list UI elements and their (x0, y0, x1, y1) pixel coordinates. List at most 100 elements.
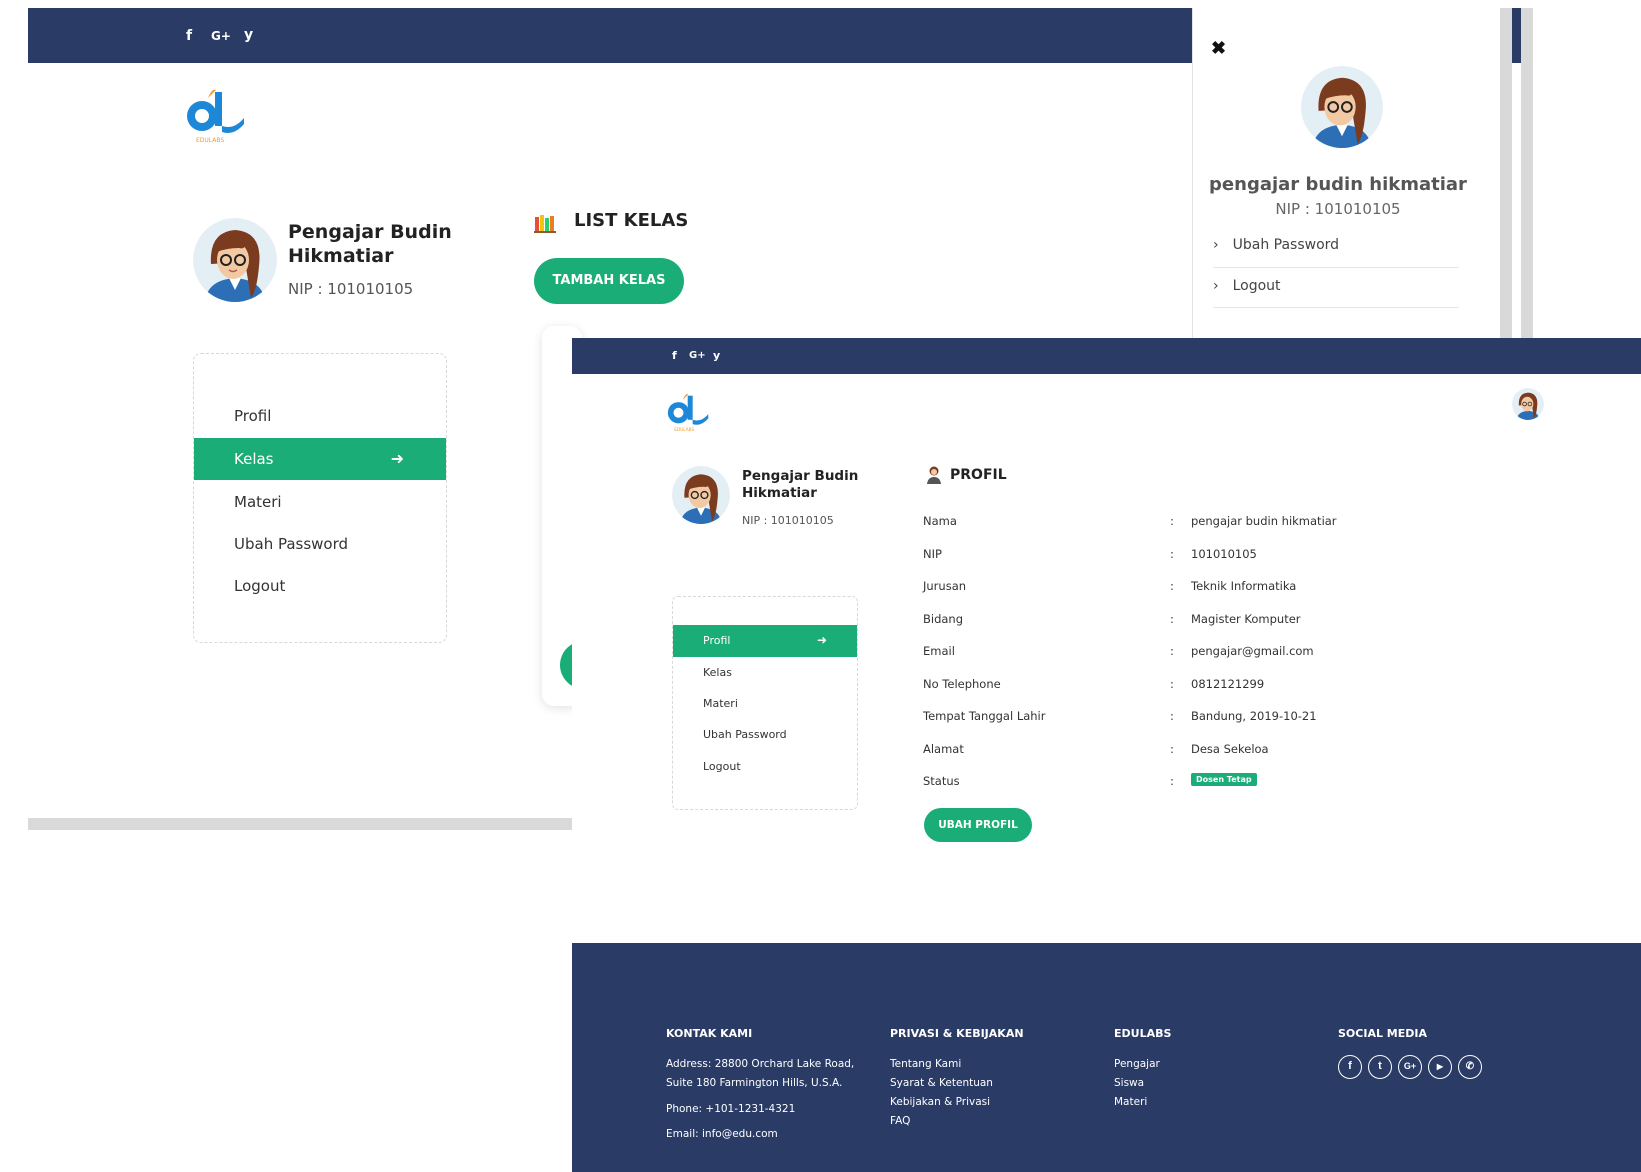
sidebar-item-kelas[interactable]: Kelas ➜ (194, 438, 446, 480)
field-label: Jurusan (923, 579, 967, 593)
sidebar-item-profil[interactable]: Profil (194, 396, 446, 432)
sidebar-item-materi[interactable]: Materi (194, 482, 446, 518)
field-row: Email: pengajar@gmail.com (923, 644, 1314, 658)
profile-name: Pengajar Budin Hikmatiar (742, 468, 859, 501)
profile-nip: NIP : 101010105 (742, 514, 834, 527)
field-label: NIP (923, 547, 942, 561)
footer-link[interactable]: Pengajar (1114, 1055, 1160, 1074)
front-screenshot: f G+ y EDULABS Pengajar Budin Hikmatiar … (572, 338, 1641, 1172)
edulabs-logo[interactable]: EDULABS (182, 84, 246, 146)
twitter-icon[interactable]: y (713, 349, 720, 362)
avatar (193, 218, 277, 302)
panel-name: pengajar budin hikmatiar (1209, 174, 1467, 195)
books-icon (534, 213, 556, 238)
footer-social-icons: f t G+ ▶ ✆ (1338, 1055, 1488, 1079)
footer-edulabs-title: EDULABS (1114, 1027, 1172, 1040)
sidebar-item-materi[interactable]: Materi (673, 690, 857, 718)
logo-text: EDULABS (196, 137, 224, 144)
field-value: Bandung, 2019-10-21 (1191, 709, 1317, 723)
sidebar-item-logout[interactable]: Logout (673, 753, 857, 781)
separator: : (1170, 514, 1174, 528)
field-label: Tempat Tanggal Lahir (923, 709, 1046, 723)
panel-item-logout[interactable]: › Logout (1213, 270, 1459, 308)
panel-border (1500, 8, 1512, 341)
add-class-button[interactable]: TAMBAH KELAS (534, 258, 684, 304)
footer-privacy-title: PRIVASI & KEBIJAKAN (890, 1027, 1024, 1040)
sidebar-item-kelas[interactable]: Kelas (673, 659, 857, 687)
field-label: No Telephone (923, 677, 1001, 691)
separator: : (1170, 677, 1174, 691)
chevron-right-icon: › (1213, 237, 1219, 253)
edit-profile-button[interactable]: UBAH PROFIL (924, 808, 1032, 842)
field-value: Desa Sekeloa (1191, 742, 1269, 756)
sidebar-menu: Profil ➜ Kelas Materi Ubah Password Logou… (672, 596, 858, 810)
close-icon[interactable]: ✖ (1211, 38, 1226, 59)
arrow-right-icon: ➜ (816, 633, 827, 647)
footer: KONTAK KAMI Address: 28800 Orchard Lake … (572, 943, 1641, 1172)
youtube-icon[interactable]: ▶ (1428, 1055, 1452, 1079)
footer-phone: Phone: +101-1231-4321 (666, 1103, 796, 1115)
facebook-icon[interactable]: f (186, 28, 192, 44)
separator: : (1170, 579, 1174, 593)
footer-link[interactable]: FAQ (890, 1112, 910, 1131)
panel-avatar (1301, 66, 1383, 148)
google-plus-icon[interactable]: G+ (211, 29, 231, 43)
section-title: PROFIL (950, 467, 1007, 483)
edulabs-logo[interactable]: EDULABS (664, 390, 710, 434)
separator: : (1170, 742, 1174, 756)
footer-contact-title: KONTAK KAMI (666, 1027, 753, 1040)
field-value: Teknik Informatika (1191, 579, 1297, 593)
footer-link[interactable]: Siswa (1114, 1074, 1144, 1093)
field-label: Status (923, 774, 960, 788)
sidebar-item-profil[interactable]: Profil ➜ (673, 625, 857, 657)
sidebar-item-ubah-password[interactable]: Ubah Password (673, 721, 857, 749)
separator: : (1170, 709, 1174, 723)
field-row: Tempat Tanggal Lahir: Bandung, 2019-10-21 (923, 709, 1317, 723)
separator: : (1170, 547, 1174, 561)
footer-link[interactable]: Materi (1114, 1093, 1147, 1112)
field-label: Bidang (923, 612, 964, 626)
sidebar-item-logout[interactable]: Logout (194, 566, 446, 602)
sidebar-menu: Profil Kelas ➜ Materi Ubah Password Logou… (193, 353, 447, 643)
separator: : (1170, 644, 1174, 658)
google-plus-icon[interactable]: G+ (1398, 1055, 1422, 1079)
field-value: 0812121299 (1191, 677, 1265, 691)
separator: : (1170, 612, 1174, 626)
profile-name: Pengajar Budin Hikmatiar (288, 221, 452, 267)
footer-address: Address: 28800 Orchard Lake Road, Suite … (666, 1058, 855, 1089)
panel-nip: NIP : 101010105 (1275, 200, 1401, 218)
whatsapp-icon[interactable]: ✆ (1458, 1055, 1482, 1079)
section-title: LIST KELAS (574, 210, 689, 231)
field-row: Status: Dosen Tetap (923, 773, 1257, 788)
twitter-icon[interactable]: t (1368, 1055, 1392, 1079)
user-icon (926, 466, 942, 489)
arrow-right-icon: ➜ (390, 449, 404, 468)
field-row: Nama: pengajar budin hikmatiar (923, 514, 1337, 528)
facebook-icon[interactable]: f (1338, 1055, 1362, 1079)
field-value: pengajar@gmail.com (1191, 644, 1314, 658)
field-label: Email (923, 644, 955, 658)
field-value: 101010105 (1191, 547, 1257, 561)
avatar (672, 466, 730, 524)
google-plus-icon[interactable]: G+ (689, 350, 706, 361)
field-label: Nama (923, 514, 957, 528)
footer-email: Email: info@edu.com (666, 1128, 778, 1140)
separator: : (1170, 774, 1174, 788)
sidebar-item-ubah-password[interactable]: Ubah Password (194, 524, 446, 560)
profile-nip: NIP : 101010105 (288, 280, 414, 298)
panel-item-ubah-password[interactable]: › Ubah Password (1213, 230, 1459, 268)
field-row: No Telephone: 0812121299 (923, 677, 1264, 691)
footer-link[interactable]: Syarat & Ketentuan (890, 1074, 993, 1093)
footer-link[interactable]: Tentang Kami (890, 1055, 961, 1074)
field-row: Bidang: Magister Komputer (923, 612, 1301, 626)
facebook-icon[interactable]: f (672, 349, 677, 362)
footer-social-title: SOCIAL MEDIA (1338, 1027, 1427, 1040)
profile-dropdown-panel: ✖ pengajar budin hikmatiar NIP : 1010101… (1192, 8, 1500, 341)
top-bar: f G+ y (572, 338, 1641, 374)
twitter-icon[interactable]: y (244, 27, 253, 43)
field-row: NIP: 101010105 (923, 547, 1257, 561)
footer-link[interactable]: Kebijakan & Privasi (890, 1093, 990, 1112)
header-avatar[interactable] (1512, 388, 1544, 420)
field-value: Magister Komputer (1191, 612, 1301, 626)
field-value: pengajar budin hikmatiar (1191, 514, 1337, 528)
